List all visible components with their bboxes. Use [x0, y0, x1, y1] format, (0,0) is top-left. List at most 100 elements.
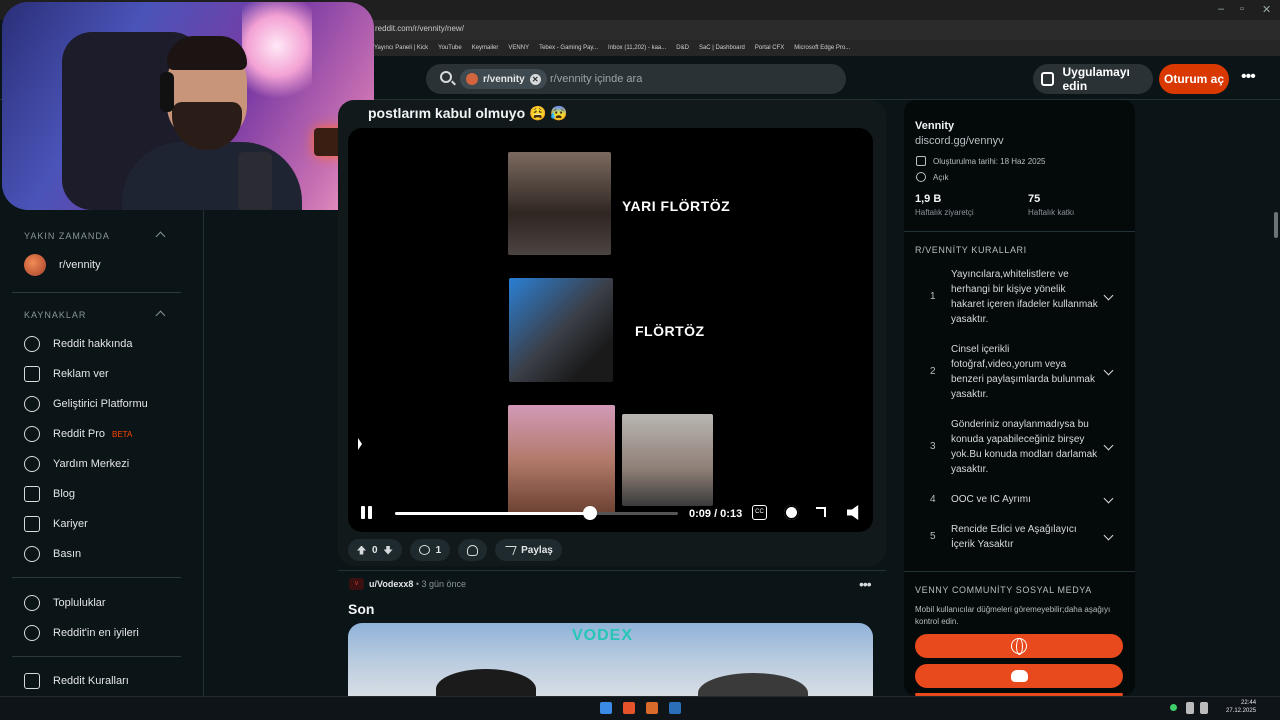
- bookmark-item[interactable]: SaC | Dashboard: [699, 45, 745, 51]
- login-button[interactable]: Oturum aç: [1159, 64, 1229, 94]
- get-app-button[interactable]: Uygulamayı edin: [1033, 64, 1153, 94]
- rule-text[interactable]: Cinsel içerikli fotoğraf,video,yorum vey…: [951, 342, 1101, 402]
- rule-number: 3: [930, 441, 936, 452]
- sidebar-item-careers[interactable]: Kariyer: [24, 514, 88, 534]
- social-note: Mobil kullanıcılar düğmeleri göremeyebil…: [915, 605, 1111, 626]
- minimize-icon[interactable]: –: [1218, 3, 1224, 15]
- cake-icon: [916, 156, 926, 166]
- video-progress-handle[interactable]: [583, 506, 597, 520]
- post-title[interactable]: Son: [348, 601, 374, 617]
- close-icon[interactable]: ✕: [1262, 3, 1271, 16]
- status-dot-icon: [1170, 704, 1177, 711]
- sidebar-item-press[interactable]: Basın: [24, 544, 81, 564]
- bookmark-item[interactable]: D&D: [676, 45, 689, 51]
- dev-platform-icon: [24, 396, 40, 412]
- bookmark-item[interactable]: Yayıncı Paneli | Kick: [374, 45, 428, 51]
- video-label: YARI FLÖRTÖZ: [622, 198, 731, 214]
- post-image[interactable]: VODEX: [348, 623, 873, 696]
- comment-count: 1: [435, 544, 442, 556]
- captions-icon[interactable]: CC: [752, 505, 767, 520]
- video-progress-fill: [395, 512, 590, 515]
- bookmark-item[interactable]: Portal CFX: [755, 45, 784, 51]
- sidebar-item-communities[interactable]: Topluluklar: [24, 593, 106, 613]
- post-title[interactable]: postlarım kabul olmuyo 😩 😰: [368, 105, 568, 122]
- share-button[interactable]: Paylaş: [495, 539, 562, 561]
- post-author[interactable]: u/Vodexx8: [369, 579, 413, 589]
- stat-value: 75: [1028, 193, 1041, 205]
- sidebar-item-label: Geliştirici Platformu: [53, 398, 148, 410]
- clear-chip-icon[interactable]: ✕: [529, 73, 541, 85]
- brave-icon[interactable]: [623, 702, 635, 714]
- sidebar-item-label: Topluluklar: [53, 597, 106, 609]
- recent-item-vennity[interactable]: r/vennity: [24, 254, 101, 276]
- sidebar-item-rules[interactable]: Reddit Kuralları: [24, 671, 129, 691]
- bookmark-item[interactable]: YouTube: [438, 45, 462, 51]
- created-date-text: Oluşturulma tarihi: 18 Haz 2025: [933, 156, 1046, 166]
- sidebar-item-pro[interactable]: Reddit Pro BETA: [24, 424, 132, 444]
- search-scope-chip[interactable]: r/vennity ✕: [460, 69, 547, 89]
- url-text[interactable]: reddit.com/r/vennity/new/: [375, 24, 464, 33]
- sidebar-item-label: Reddit Pro: [53, 428, 105, 440]
- scrollbar-thumb[interactable]: [1274, 212, 1278, 238]
- sidebar-item-advertise[interactable]: Reklam ver: [24, 364, 109, 384]
- search-icon[interactable]: [440, 71, 452, 83]
- video-thumbnail: [508, 405, 615, 515]
- book-icon: [24, 486, 40, 502]
- sidebar-item-help[interactable]: Yardım Merkezi: [24, 454, 129, 474]
- rules-icon: [24, 673, 40, 689]
- rule-text[interactable]: OOC ve IC Ayrımı: [951, 492, 1101, 507]
- social-title: VENNY COMMUNİTY SOSYAL MEDYA: [915, 585, 1092, 595]
- vote-count: 0: [372, 544, 378, 556]
- taskbar-clock[interactable]: 22:44 27.12.2025: [1226, 699, 1256, 715]
- app-icon[interactable]: [646, 702, 658, 714]
- comments-button[interactable]: 1: [409, 539, 451, 561]
- clock-time: 22:44: [1241, 700, 1257, 706]
- share-label: Paylaş: [521, 544, 553, 556]
- sidebar-item-developer[interactable]: Geliştirici Platformu: [24, 394, 148, 414]
- discord-button[interactable]: [915, 664, 1123, 688]
- steam-icon[interactable]: [669, 702, 681, 714]
- fullscreen-icon[interactable]: [816, 507, 826, 517]
- search-input[interactable]: r/vennity içinde ara: [550, 73, 642, 85]
- sidebar-item-label: Basın: [53, 548, 82, 560]
- rule-number: 1: [930, 291, 936, 302]
- mic-icon[interactable]: [1186, 702, 1194, 714]
- network-icon[interactable]: [1200, 702, 1208, 714]
- author-avatar[interactable]: V: [349, 578, 364, 590]
- rule-text[interactable]: Rencide Edici ve Aşağılayıcı İçerik Yasa…: [951, 522, 1101, 552]
- award-icon: [467, 544, 479, 556]
- rule-text[interactable]: Yayıncılara,whitelistlere ve herhangi bi…: [951, 267, 1101, 327]
- mouse-cursor: [358, 438, 362, 450]
- rule-number: 2: [930, 366, 936, 377]
- bookmark-item[interactable]: Keymailer: [472, 45, 499, 51]
- bookmark-item[interactable]: Microsoft Edge Pro...: [794, 45, 850, 51]
- beta-badge: BETA: [111, 429, 133, 439]
- sidebar-item-label: Reddit hakkında: [53, 338, 133, 350]
- community-discord-link[interactable]: discord.gg/vennyv: [915, 135, 1004, 147]
- sidebar-item-best-of[interactable]: Reddit'in en iyileri: [24, 623, 139, 643]
- upvote-icon[interactable]: [357, 545, 366, 555]
- post-more-icon[interactable]: •••: [859, 576, 872, 592]
- sidebar-item-label: Reddit'in en iyileri: [53, 627, 139, 639]
- subreddit-avatar: [24, 254, 46, 276]
- downvote-icon[interactable]: [383, 545, 393, 555]
- page-scrollbar[interactable]: [1272, 100, 1280, 696]
- gear-icon[interactable]: [784, 505, 799, 520]
- sidebar-item-label: Blog: [53, 488, 76, 500]
- rule-text[interactable]: Gönderiniz onaylanmadıysa bu konuda yapa…: [951, 417, 1101, 477]
- resources-section-title: KAYNAKLAR: [24, 310, 87, 320]
- more-options-icon[interactable]: •••: [1241, 68, 1256, 86]
- search-chip-label: r/vennity: [483, 73, 525, 85]
- windows-start-icon[interactable]: [600, 702, 612, 714]
- sidebar-item-about[interactable]: Reddit hakkında: [24, 334, 133, 354]
- sidebar-item-blog[interactable]: Blog: [24, 484, 75, 504]
- website-button[interactable]: [915, 634, 1123, 658]
- bookmark-item[interactable]: VENNY: [508, 45, 529, 51]
- bookmark-item[interactable]: Inbox (11,202) - kaa...: [608, 45, 666, 51]
- video-player[interactable]: YARI FLÖRTÖZ FLÖRTÖZ: [348, 128, 873, 532]
- bookmark-item[interactable]: Tebex - Gaming Pay...: [539, 45, 598, 51]
- address-bar[interactable]: [360, 20, 1280, 40]
- maximize-icon[interactable]: ▫: [1240, 3, 1244, 15]
- pause-icon[interactable]: [361, 506, 373, 519]
- award-button[interactable]: [458, 539, 488, 561]
